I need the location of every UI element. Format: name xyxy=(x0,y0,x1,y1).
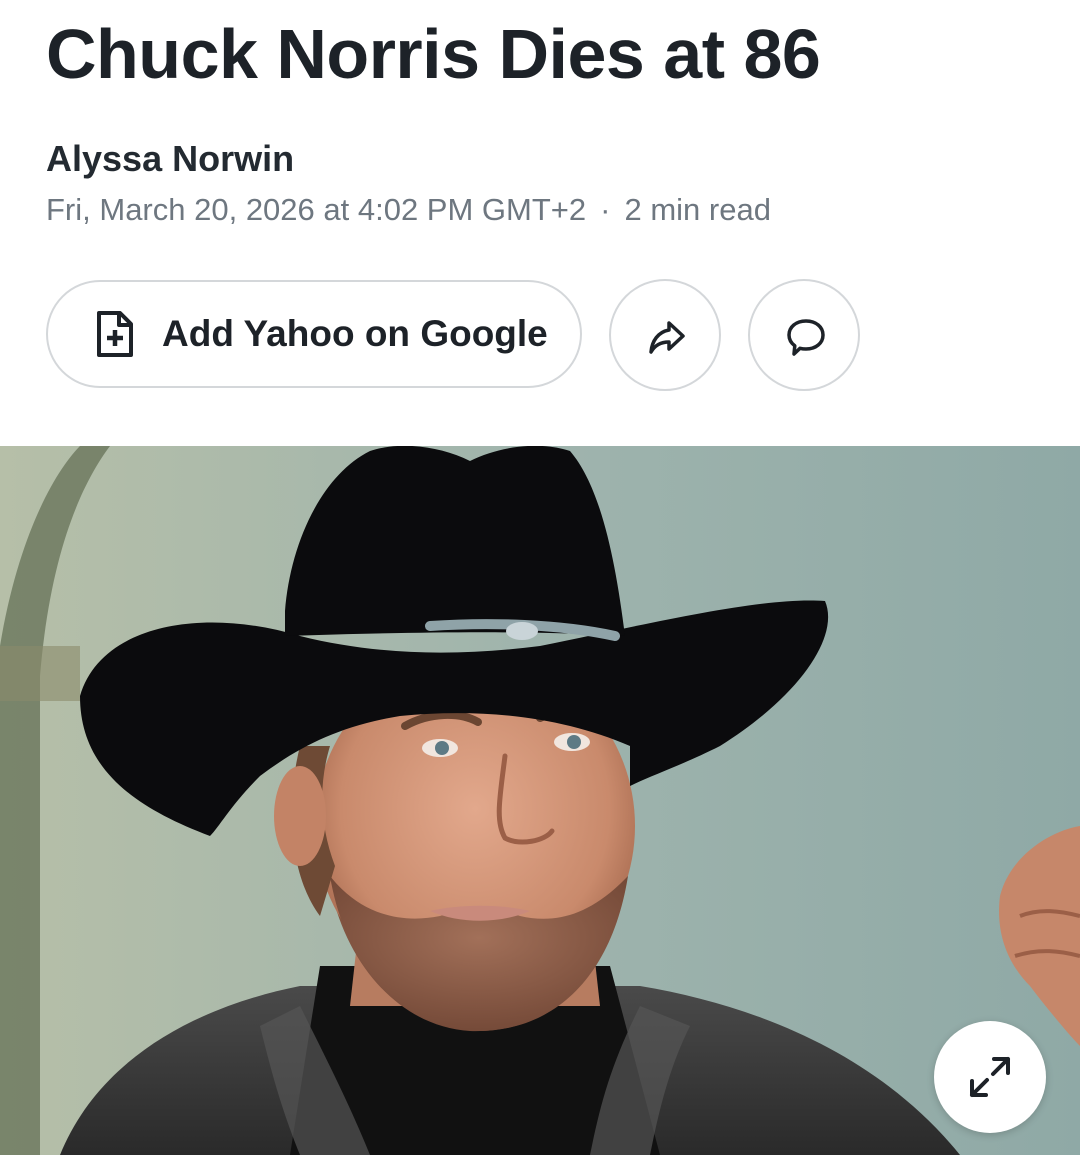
meta-separator: · xyxy=(600,192,611,227)
publish-timestamp: Fri, March 20, 2026 at 4:02 PM GMT+2 xyxy=(46,192,587,227)
share-arrow-icon xyxy=(649,321,685,354)
document-plus-icon xyxy=(97,311,133,357)
expand-image-button[interactable] xyxy=(934,1021,1046,1133)
author-name[interactable]: Alyssa Norwin xyxy=(46,137,294,181)
add-yahoo-on-google-label: Add Yahoo on Google xyxy=(162,313,548,354)
article-page: Chuck Norris Dies at 86 Alyssa Norwin Fr… xyxy=(0,0,1080,1155)
article-headline: Chuck Norris Dies at 86 xyxy=(46,15,821,93)
comments-button[interactable] xyxy=(748,279,860,391)
article-meta: Fri, March 20, 2026 at 4:02 PM GMT+2 · 2 m… xyxy=(46,190,771,230)
read-time: 2 min read xyxy=(624,192,771,227)
expand-arrows-icon xyxy=(970,1057,1010,1097)
add-yahoo-on-google-button[interactable]: Add Yahoo on Google xyxy=(46,280,582,388)
hero-photo xyxy=(0,446,1080,1155)
speech-bubble-icon xyxy=(787,319,825,356)
hero-image[interactable] xyxy=(0,446,1080,1155)
share-button[interactable] xyxy=(609,279,721,391)
